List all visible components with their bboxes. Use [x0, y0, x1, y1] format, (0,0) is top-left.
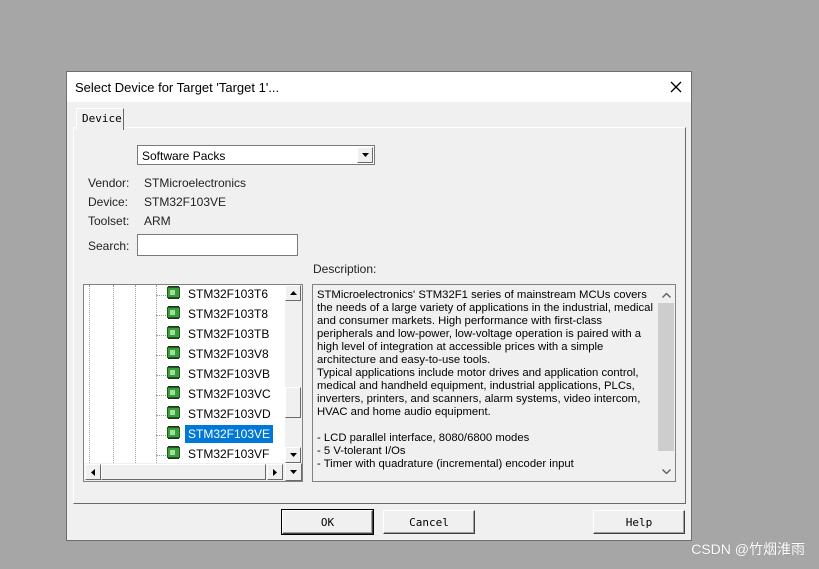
tree-connector-line [156, 435, 166, 436]
tree-connector-line [156, 395, 166, 396]
ok-button[interactable]: OK [281, 509, 374, 535]
chip-icon [167, 347, 180, 358]
toolset-label: Toolset: [88, 214, 130, 228]
cancel-button[interactable]: Cancel [383, 510, 475, 534]
tree-connector-line [156, 295, 166, 296]
desc-scroll-thumb[interactable] [658, 303, 674, 451]
dropdown-arrow-button[interactable] [357, 147, 373, 163]
desc-scroll-down-button[interactable] [657, 463, 675, 479]
tree-item[interactable]: STM32F103T6 [84, 285, 285, 305]
scroll-up-button[interactable] [285, 285, 301, 301]
scroll-right-button[interactable] [267, 464, 283, 480]
tree-item[interactable]: STM32F103VB [84, 365, 285, 385]
scroll-up-icon [289, 291, 297, 295]
description-text: STMicroelectronics' STM32F1 series of ma… [317, 289, 653, 470]
tree-item-label: STM32F103T8 [188, 307, 269, 321]
tree-item-label: STM32F103V8 [188, 347, 269, 361]
source-select[interactable]: Software Packs [137, 145, 375, 165]
tree-connector-line [156, 355, 166, 356]
chip-icon [167, 447, 180, 458]
tree-connector-line [156, 335, 166, 336]
help-button[interactable]: Help [593, 510, 685, 534]
horizontal-scroll-thumb[interactable] [101, 464, 266, 480]
scroll-right-icon [273, 468, 277, 476]
tree-item-label: STM32F103VB [188, 367, 271, 381]
close-button[interactable] [661, 72, 691, 102]
tree-item-label: STM32F103VE [185, 425, 274, 443]
search-label: Search: [88, 239, 130, 253]
scroll-left-icon [91, 468, 95, 476]
desc-scroll-up-button[interactable] [657, 287, 675, 303]
description-box[interactable]: STMicroelectronics' STM32F1 series of ma… [312, 284, 676, 482]
scroll-right-button[interactable] [285, 463, 302, 481]
tree-item[interactable]: STM32F103T8 [84, 305, 285, 325]
scroll-down-icon [290, 470, 297, 474]
tree-connector-line [156, 375, 166, 376]
tree-horizontal-scrollbar[interactable] [84, 463, 285, 481]
tree-item-label: STM32F103VD [188, 407, 271, 421]
scroll-left-button[interactable] [85, 464, 101, 480]
chip-icon [167, 387, 180, 398]
scroll-down-icon [289, 453, 297, 457]
tree-item[interactable]: STM32F103VE [84, 425, 285, 445]
tree-connector-line [156, 455, 166, 456]
select-device-dialog: Select Device for Target 'Target 1'... D… [66, 71, 692, 541]
vendor-label: Vendor: [88, 176, 130, 190]
search-input[interactable] [137, 234, 298, 256]
chip-icon [167, 307, 180, 318]
tree-item[interactable]: STM32F103VF [84, 445, 285, 463]
tree-item-label: STM32F103TB [188, 327, 270, 341]
chevron-up-icon [661, 292, 671, 298]
chip-icon [167, 367, 180, 378]
description-scrollbar[interactable] [657, 285, 675, 481]
source-select-value: Software Packs [142, 149, 226, 163]
tree-item[interactable]: STM32F103VC [84, 385, 285, 405]
device-tree[interactable]: STM32F103T6 STM32F103T8 STM32F103TB STM32F1… [83, 284, 303, 482]
scroll-thumb[interactable] [285, 387, 301, 418]
tree-connector-line [156, 415, 166, 416]
vendor-value: STMicroelectronics [144, 176, 247, 190]
tree-item[interactable]: STM32F103V8 [84, 345, 285, 365]
tab-device[interactable]: Device [76, 108, 124, 130]
tree-connector-line [156, 315, 166, 316]
tree-item-label: STM32F103VF [188, 447, 270, 461]
chip-icon [167, 427, 180, 438]
scroll-down-button[interactable] [285, 447, 301, 463]
chip-icon [167, 287, 180, 298]
device-tree-content: STM32F103T6 STM32F103T8 STM32F103TB STM32F1… [84, 285, 285, 463]
watermark: CSDN @竹烟淮雨 [691, 541, 805, 557]
close-icon [670, 81, 682, 93]
chip-icon [167, 327, 180, 338]
chevron-down-icon [361, 153, 369, 157]
tree-item-label: STM32F103T6 [188, 287, 269, 301]
tree-item[interactable]: STM32F103TB [84, 325, 285, 345]
tree-item-label: STM32F103VC [188, 387, 271, 401]
chevron-down-icon [661, 468, 671, 474]
description-label: Description: [313, 262, 377, 276]
dialog-titlebar: Select Device for Target 'Target 1'... [67, 72, 691, 102]
device-label: Device: [88, 195, 129, 209]
tree-item[interactable]: STM32F103VD [84, 405, 285, 425]
toolset-value: ARM [144, 214, 171, 228]
device-value: STM32F103VE [144, 195, 227, 209]
tree-vertical-scrollbar[interactable] [285, 285, 302, 463]
chip-icon [167, 407, 180, 418]
dialog-title: Select Device for Target 'Target 1'... [75, 80, 280, 95]
